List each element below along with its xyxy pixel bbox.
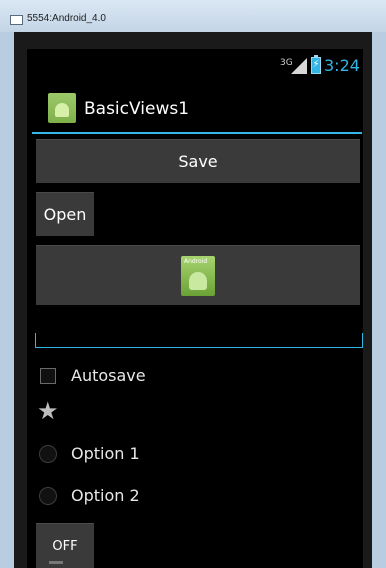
emulator-title: 5554:Android_4.0 bbox=[27, 13, 106, 24]
android-icon: Android bbox=[181, 256, 215, 296]
window-frame-left bbox=[0, 32, 14, 568]
option-2-label[interactable]: Option 2 bbox=[71, 486, 140, 505]
autosave-label[interactable]: Autosave bbox=[71, 366, 146, 385]
option-1-radio[interactable] bbox=[39, 445, 57, 463]
status-bar: 3G ⚡ 3:24 bbox=[27, 49, 363, 85]
image-button[interactable]: Android bbox=[36, 245, 360, 305]
autosave-checkbox[interactable] bbox=[40, 368, 56, 384]
window-icon bbox=[10, 15, 23, 25]
toggle-indicator bbox=[49, 561, 63, 564]
save-button[interactable]: Save bbox=[36, 139, 360, 183]
action-bar: BasicViews1 bbox=[27, 85, 363, 132]
action-bar-divider bbox=[32, 132, 362, 134]
signal-icon bbox=[291, 58, 307, 74]
android-icon-text: Android bbox=[184, 258, 208, 265]
toggle-button[interactable]: OFF bbox=[36, 523, 94, 568]
option-2-radio[interactable] bbox=[39, 487, 57, 505]
open-button[interactable]: Open bbox=[36, 192, 94, 236]
status-clock: 3:24 bbox=[324, 56, 360, 75]
window-frame-right bbox=[372, 32, 386, 568]
option-1-label[interactable]: Option 1 bbox=[71, 444, 140, 463]
app-title: BasicViews1 bbox=[84, 99, 190, 119]
emulator-title-bar: 5554:Android_4.0 bbox=[0, 0, 386, 32]
device-screen: 3G ⚡ 3:24 BasicViews1 Save Open Android … bbox=[27, 49, 363, 568]
battery-icon: ⚡ bbox=[311, 55, 321, 74]
star-icon[interactable]: ★ bbox=[37, 397, 59, 425]
app-icon[interactable] bbox=[48, 93, 76, 123]
